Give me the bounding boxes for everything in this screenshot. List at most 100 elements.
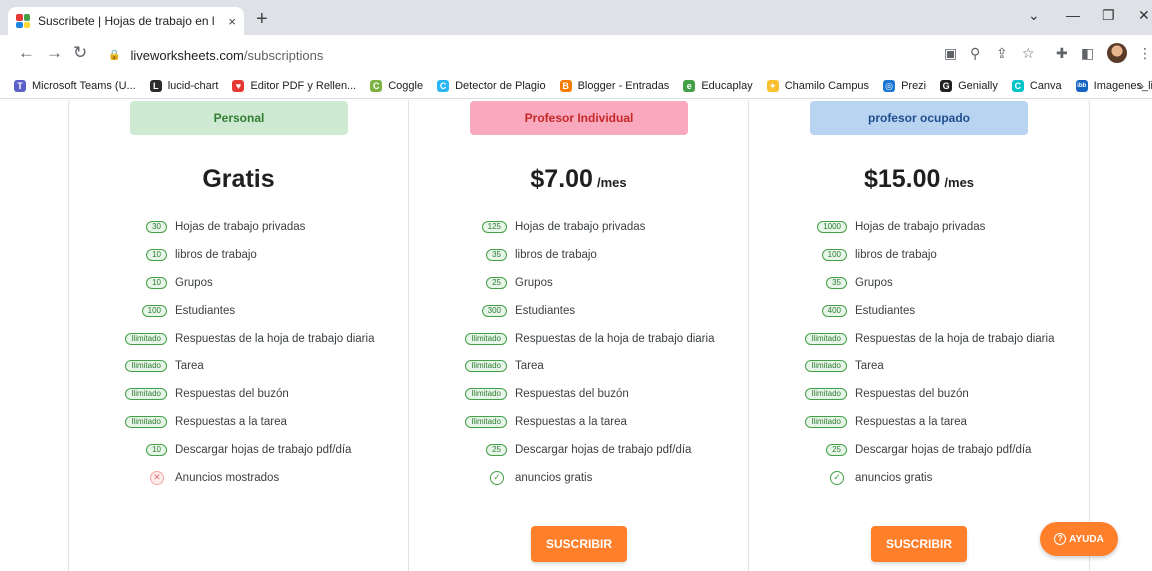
new-tab-button[interactable]: +	[256, 9, 268, 29]
feature-quota: 25	[409, 276, 507, 289]
feature-item: 35 Grupos	[749, 269, 1089, 297]
feature-item: 125 Hojas de trabajo privadas	[409, 213, 748, 241]
feature-label: Respuestas a la tarea	[175, 416, 287, 429]
feature-item: Ilimitado Respuestas de la hoja de trabaj…	[409, 325, 748, 353]
feature-quota: 10	[69, 248, 167, 261]
price-period: /mes	[596, 175, 627, 190]
feature-item: 35 libros de trabajo	[409, 241, 748, 269]
profile-avatar[interactable]	[1107, 43, 1127, 63]
feature-item: Ilimitado Respuestas a la tarea	[409, 408, 748, 436]
quota-badge: Ilimitado	[125, 360, 167, 373]
quota-badge: 100	[821, 248, 847, 261]
educaplay-icon: e	[683, 79, 696, 92]
help-button[interactable]: ? AYUDA	[1040, 522, 1118, 556]
feature-item: 1000 Hojas de trabajo privadas	[749, 213, 1089, 241]
pricing-table: Personal Gratis 30 Hojas de trabajo privada…	[68, 100, 1090, 571]
url-text: liveworksheets.com/subscriptions	[130, 47, 324, 63]
plan-price: $15.00/mes	[749, 165, 1089, 194]
zoom-icon[interactable]: ⚲	[970, 45, 980, 62]
bookmark-label: Blogger - Entradas	[577, 79, 670, 92]
quota-badge: 10	[146, 276, 167, 289]
feature-label: Respuestas de la hoja de trabajo diaria	[175, 332, 375, 345]
bookmark-item[interactable]: T Microsoft Teams (U...	[14, 79, 136, 92]
bookmarks-bar: T Microsoft Teams (U... Llucid-chart ♥ Edito…	[0, 73, 1152, 99]
bookmark-label: lucid-chart	[167, 79, 219, 92]
feature-item: Ilimitado Respuestas de la hoja de trabaj…	[749, 325, 1089, 353]
quota-badge: 25	[826, 444, 847, 457]
check-icon: ✓	[490, 470, 504, 485]
close-tab-icon[interactable]: ×	[228, 14, 236, 29]
translate-icon[interactable]: ▣	[944, 45, 957, 62]
feature-quota: Ilimitado	[409, 416, 507, 429]
feature-quota: 25	[409, 444, 507, 457]
feature-quota: 10	[69, 276, 167, 289]
share-icon[interactable]: ⇪	[996, 45, 1008, 62]
price-amount: $7.00	[530, 165, 593, 193]
chamilo-icon: ✦	[766, 79, 779, 92]
bookmark-label: Editor PDF y Rellen...	[250, 79, 357, 92]
feature-label: Descargar hojas de trabajo pdf/día	[855, 444, 1032, 457]
feature-item: 10 Descargar hojas de trabajo pdf/día	[69, 436, 408, 464]
subscribe-button[interactable]: SUSCRIBIR	[531, 526, 627, 562]
bookmark-item[interactable]: ✦ Chamilo Campus	[766, 79, 869, 92]
blogger-icon: B	[559, 79, 572, 92]
feature-list: 125 Hojas de trabajo privadas 35 libros de …	[409, 213, 748, 492]
bookmark-item[interactable]: C Coggle	[370, 79, 423, 92]
bookmark-item[interactable]: B Blogger - Entradas	[559, 79, 670, 92]
feature-quota: 10	[69, 444, 167, 457]
bookmark-item[interactable]: G Genially	[940, 79, 998, 92]
feature-label: Respuestas del buzón	[515, 388, 629, 401]
bookmark-item[interactable]: Llucid-chart	[149, 79, 219, 92]
feature-quota: 125	[409, 220, 507, 233]
restore-icon[interactable]: ❐	[1102, 7, 1115, 24]
check-icon: ✓	[830, 470, 844, 485]
bookmark-label: Educaplay	[701, 79, 753, 92]
feature-item: Ilimitado Respuestas a la tarea	[749, 408, 1089, 436]
bookmark-star-icon[interactable]: ☆	[1022, 45, 1035, 62]
quota-badge: Ilimitado	[465, 360, 507, 373]
bookmarks-overflow-icon[interactable]: »	[1137, 79, 1144, 93]
quota-badge: Ilimitado	[805, 388, 847, 401]
plan-name: Profesor Individual	[470, 101, 688, 135]
feature-list: 30 Hojas de trabajo privadas 10 libros de t…	[69, 213, 408, 492]
quota-badge: 400	[821, 304, 847, 317]
bookmark-item[interactable]: C Detector de Plagio	[437, 79, 546, 92]
teams-icon: T	[14, 79, 26, 92]
feature-item: Ilimitado Tarea	[409, 352, 748, 380]
bookmark-label: Microsoft Teams (U...	[32, 79, 136, 92]
feature-quota: Ilimitado	[409, 388, 507, 401]
feature-item: Ilimitado Tarea	[69, 352, 408, 380]
pdf-heart-icon: ♥	[232, 79, 245, 92]
quota-badge: Ilimitado	[125, 388, 167, 401]
feature-label: Grupos	[515, 276, 553, 289]
extensions-icon[interactable]: ✚	[1056, 45, 1068, 62]
menu-icon[interactable]: ⋮	[1138, 45, 1152, 62]
browser-tab[interactable]: Suscribete | Hojas de trabajo en l ×	[8, 7, 244, 35]
feature-quota: Ilimitado	[749, 416, 847, 429]
bookmark-item[interactable]: ♥ Editor PDF y Rellen...	[232, 79, 357, 92]
minimize-icon[interactable]: —	[1066, 7, 1080, 23]
feature-label: Descargar hojas de trabajo pdf/día	[515, 444, 692, 457]
price-amount: $15.00	[863, 165, 941, 193]
feature-label: Tarea	[855, 360, 884, 373]
plan-column: Profesor Individual $7.00/mes 125 Hojas de …	[409, 100, 749, 571]
feature-label: anuncios gratis	[515, 471, 593, 484]
reload-icon[interactable]: ↻	[73, 43, 87, 63]
lock-icon: 🔒	[108, 49, 121, 61]
bookmark-item[interactable]: C Canva	[1011, 79, 1062, 92]
tab-search-icon[interactable]: ⌄	[1028, 7, 1040, 24]
bookmark-item[interactable]: e Educaplay	[683, 79, 753, 92]
quota-badge: Ilimitado	[465, 388, 507, 401]
price-period: /mes	[944, 175, 975, 190]
subscribe-button[interactable]: SUSCRIBIR	[871, 526, 967, 562]
feature-quota: Ilimitado	[69, 388, 167, 401]
address-bar[interactable]: 🔒 liveworksheets.com/subscriptions	[100, 42, 960, 68]
feature-label: Descargar hojas de trabajo pdf/día	[175, 444, 352, 457]
feature-label: Respuestas del buzón	[855, 388, 969, 401]
forward-icon[interactable]: →	[46, 43, 63, 63]
bookmark-item[interactable]: ◎ Prezi	[883, 79, 926, 92]
back-icon[interactable]: ←	[18, 43, 35, 63]
side-panel-icon[interactable]: ◧	[1081, 45, 1094, 62]
close-window-icon[interactable]: ✕	[1138, 7, 1150, 24]
feature-quota: 30	[69, 220, 167, 233]
